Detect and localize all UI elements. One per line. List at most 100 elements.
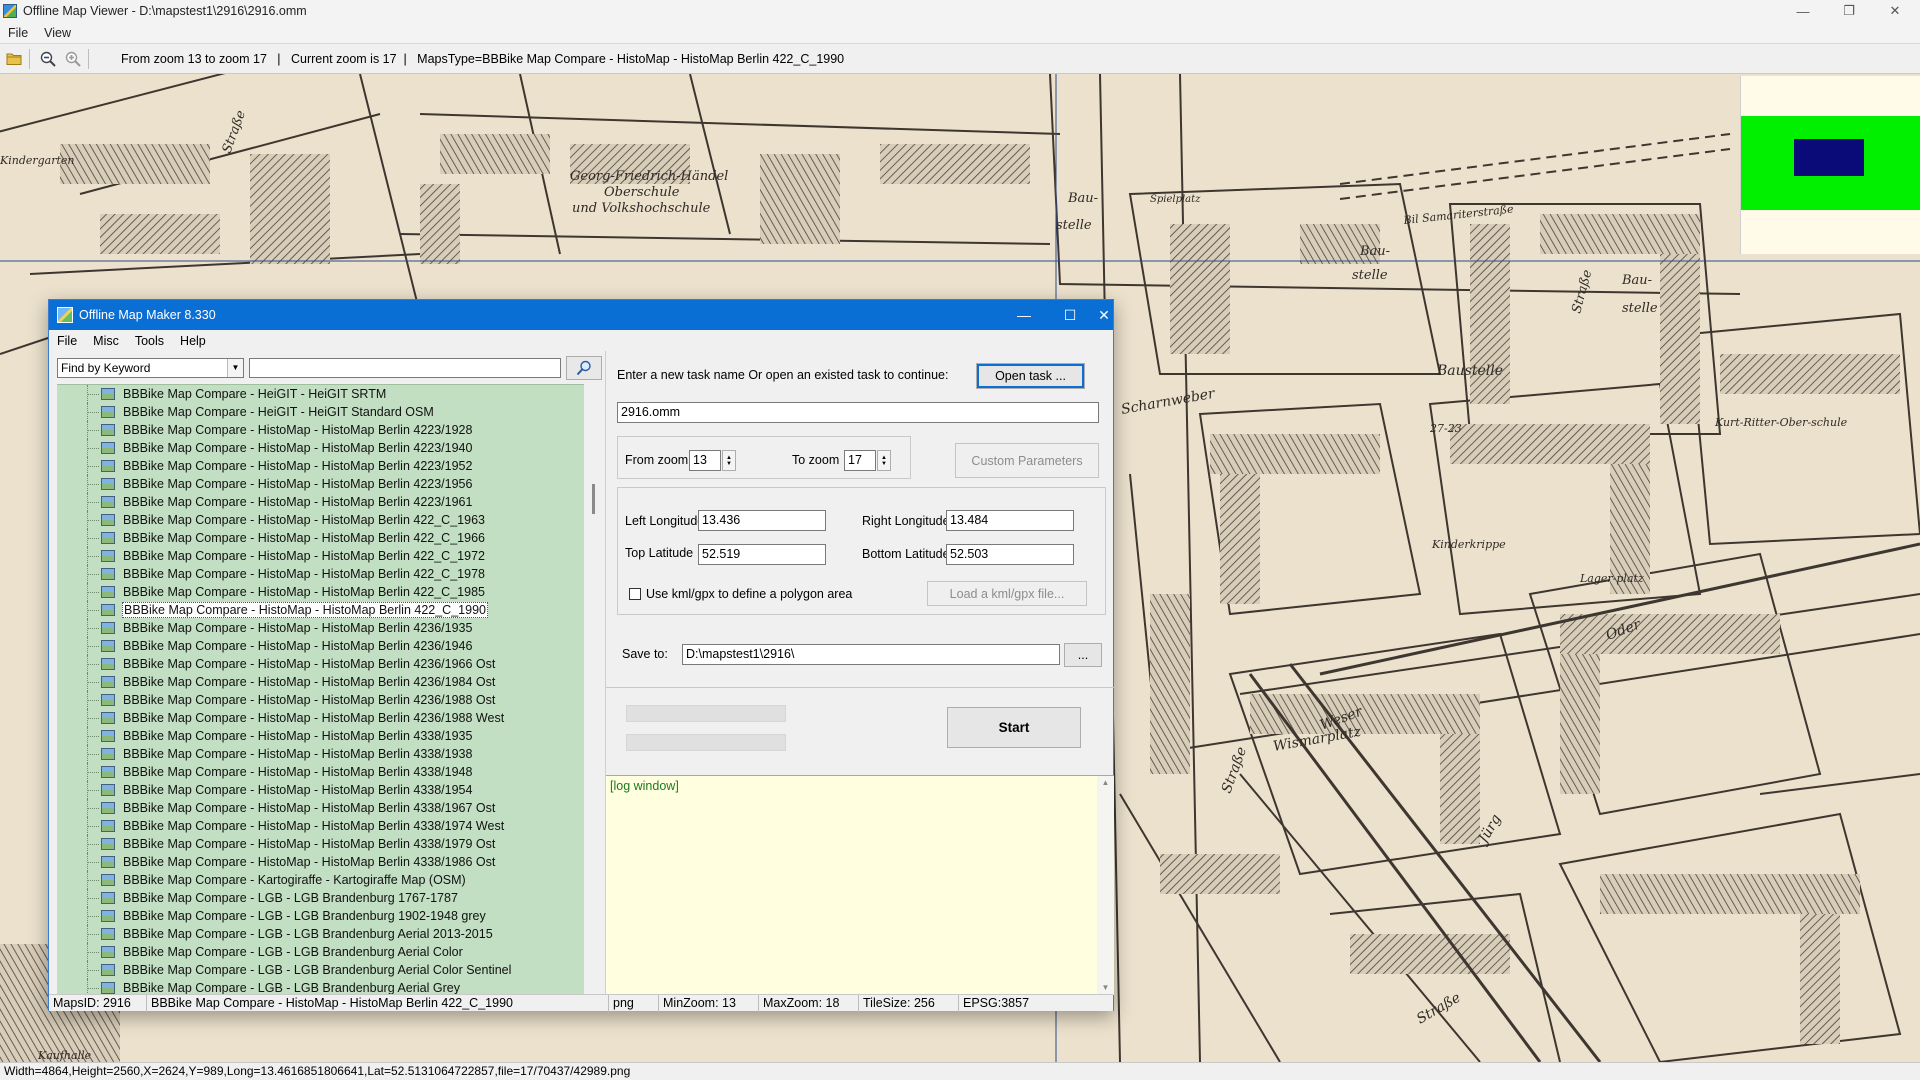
map-source-item[interactable]: BBBike Map Compare - HistoMap - HistoMap… [57, 565, 584, 583]
tree-connector-line [87, 844, 99, 845]
status-max-zoom: MaxZoom: 18 [759, 994, 859, 1012]
map-source-item[interactable]: BBBike Map Compare - HistoMap - HistoMap… [57, 853, 584, 871]
tree-scrollbar[interactable] [586, 384, 603, 994]
load-kml-button[interactable]: Load a kml/gpx file... [927, 581, 1087, 606]
top-latitude-input[interactable]: 52.519 [698, 544, 826, 565]
viewer-close-button[interactable]: ✕ [1872, 0, 1918, 22]
map-source-item[interactable]: BBBike Map Compare - HistoMap - HistoMap… [57, 529, 584, 547]
search-button[interactable] [566, 356, 602, 380]
zoom-in-icon[interactable] [62, 48, 84, 70]
map-source-tree[interactable]: BBBike Map Compare - HeiGIT - HeiGIT SRT… [57, 384, 584, 994]
tree-connector-line [87, 880, 99, 881]
browse-folder-button[interactable]: ... [1064, 643, 1102, 667]
tree-connector-line [87, 970, 99, 971]
map-source-label: BBBike Map Compare - HistoMap - HistoMap… [123, 801, 496, 815]
start-button[interactable]: Start [947, 707, 1081, 748]
map-source-item[interactable]: BBBike Map Compare - HistoMap - HistoMap… [57, 439, 584, 457]
map-source-label: BBBike Map Compare - HistoMap - HistoMap… [123, 747, 473, 761]
map-source-item[interactable]: BBBike Map Compare - HistoMap - HistoMap… [57, 655, 584, 673]
status-maps-id: MapsID: 2916 [49, 994, 147, 1012]
map-source-item[interactable]: BBBike Map Compare - HistoMap - HistoMap… [57, 511, 584, 529]
map-source-item[interactable]: BBBike Map Compare - HeiGIT - HeiGIT Sta… [57, 403, 584, 421]
tree-connector-line [87, 808, 99, 809]
to-zoom-input[interactable]: 17 [844, 450, 876, 471]
map-source-item[interactable]: BBBike Map Compare - HistoMap - HistoMap… [57, 835, 584, 853]
overview-minimap[interactable] [1740, 76, 1920, 254]
map-source-item[interactable]: BBBike Map Compare - HistoMap - HistoMap… [57, 781, 584, 799]
map-source-item[interactable]: BBBike Map Compare - HistoMap - HistoMap… [57, 493, 584, 511]
map-source-item[interactable]: BBBike Map Compare - HistoMap - HistoMap… [57, 457, 584, 475]
maker-close-button[interactable]: ✕ [1093, 300, 1115, 330]
map-layer-icon [101, 964, 115, 976]
menu-file[interactable]: File [0, 26, 36, 40]
map-source-label: BBBike Map Compare - HistoMap - HistoMap… [123, 855, 496, 869]
log-window[interactable]: [log window] ▲ ▼ [606, 775, 1114, 995]
map-source-item[interactable]: BBBike Map Compare - HistoMap - HistoMap… [57, 763, 584, 781]
maker-title: Offline Map Maker 8.330 [79, 308, 216, 322]
from-zoom-input[interactable]: 13 [689, 450, 721, 471]
map-layer-icon [101, 388, 115, 400]
open-folder-icon[interactable] [3, 48, 25, 70]
map-source-item[interactable]: BBBike Map Compare - HeiGIT - HeiGIT SRT… [57, 385, 584, 403]
use-kml-checkbox[interactable] [629, 588, 641, 600]
chevron-down-icon[interactable]: ▼ [227, 359, 243, 377]
scroll-up-icon[interactable]: ▲ [1097, 776, 1114, 790]
maker-maximize-button[interactable]: ☐ [1047, 300, 1093, 330]
maker-menu-misc[interactable]: Misc [85, 334, 127, 348]
map-source-item[interactable]: BBBike Map Compare - HistoMap - HistoMap… [57, 475, 584, 493]
map-label: stelle [1056, 218, 1092, 233]
map-source-label: BBBike Map Compare - HistoMap - HistoMap… [123, 693, 496, 707]
maker-menu-file[interactable]: File [49, 334, 85, 348]
maker-minimize-button[interactable]: — [1001, 300, 1047, 330]
scroll-down-icon[interactable]: ▼ [1097, 981, 1114, 995]
map-source-item[interactable]: BBBike Map Compare - HistoMap - HistoMap… [57, 691, 584, 709]
map-source-item[interactable]: BBBike Map Compare - HistoMap - HistoMap… [57, 601, 584, 619]
map-source-item[interactable]: BBBike Map Compare - HistoMap - HistoMap… [57, 619, 584, 637]
viewer-maximize-button[interactable]: ❐ [1826, 0, 1872, 22]
map-source-item[interactable]: BBBike Map Compare - HistoMap - HistoMap… [57, 799, 584, 817]
to-zoom-spinner[interactable]: ▲ ▼ [877, 450, 891, 471]
tree-connector-line [87, 862, 99, 863]
viewer-minimize-button[interactable]: — [1780, 0, 1826, 22]
keyword-search-input[interactable] [249, 358, 561, 378]
right-longitude-input[interactable]: 13.484 [946, 510, 1074, 531]
save-to-input[interactable]: D:\mapstest1\2916\ [682, 644, 1060, 665]
map-source-item[interactable]: BBBike Map Compare - HistoMap - HistoMap… [57, 421, 584, 439]
tree-scrollbar-thumb[interactable] [592, 484, 595, 514]
maker-menu-help[interactable]: Help [172, 334, 214, 348]
viewer-menubar: File View [0, 22, 1920, 43]
map-source-item[interactable]: BBBike Map Compare - HistoMap - HistoMap… [57, 745, 584, 763]
map-source-item[interactable]: BBBike Map Compare - HistoMap - HistoMap… [57, 583, 584, 601]
map-source-item[interactable]: BBBike Map Compare - HistoMap - HistoMap… [57, 727, 584, 745]
map-source-item[interactable]: BBBike Map Compare - Kartogiraffe - Kart… [57, 871, 584, 889]
left-longitude-input[interactable]: 13.436 [698, 510, 826, 531]
map-source-item[interactable]: BBBike Map Compare - LGB - LGB Brandenbu… [57, 943, 584, 961]
map-source-item[interactable]: BBBike Map Compare - HistoMap - HistoMap… [57, 709, 584, 727]
log-scrollbar[interactable]: ▲ ▼ [1097, 776, 1114, 995]
bottom-latitude-input[interactable]: 52.503 [946, 544, 1074, 565]
map-source-item[interactable]: BBBike Map Compare - HistoMap - HistoMap… [57, 817, 584, 835]
from-zoom-spinner[interactable]: ▲ ▼ [722, 450, 736, 471]
task-name-input[interactable]: 2916.omm [617, 402, 1099, 423]
zoom-out-icon[interactable] [37, 48, 59, 70]
toolbar-separator [88, 48, 89, 69]
maker-menu-tools[interactable]: Tools [127, 334, 172, 348]
map-source-item[interactable]: BBBike Map Compare - LGB - LGB Brandenbu… [57, 907, 584, 925]
map-source-item[interactable]: BBBike Map Compare - LGB - LGB Brandenbu… [57, 925, 584, 943]
map-source-label: BBBike Map Compare - HeiGIT - HeiGIT SRT… [123, 387, 387, 401]
map-source-item[interactable]: BBBike Map Compare - LGB - LGB Brandenbu… [57, 961, 584, 979]
map-source-item[interactable]: BBBike Map Compare - LGB - LGB Brandenbu… [57, 979, 584, 994]
map-source-item[interactable]: BBBike Map Compare - HistoMap - HistoMap… [57, 637, 584, 655]
open-task-button[interactable]: Open task ... [976, 363, 1085, 389]
custom-parameters-button[interactable]: Custom Parameters [955, 443, 1099, 478]
map-source-label: BBBike Map Compare - HeiGIT - HeiGIT Sta… [123, 405, 434, 419]
find-mode-select[interactable]: Find by Keyword ▼ [57, 358, 244, 378]
menu-view[interactable]: View [36, 26, 79, 40]
viewer-titlebar: Offline Map Viewer - D:\mapstest1\2916\2… [0, 0, 1920, 22]
map-source-item[interactable]: BBBike Map Compare - LGB - LGB Brandenbu… [57, 889, 584, 907]
map-layer-icon [101, 712, 115, 724]
maker-statusbar: MapsID: 2916 BBBike Map Compare - HistoM… [49, 994, 1113, 1012]
minimap-viewport-rect[interactable] [1794, 139, 1864, 176]
map-source-item[interactable]: BBBike Map Compare - HistoMap - HistoMap… [57, 547, 584, 565]
map-source-item[interactable]: BBBike Map Compare - HistoMap - HistoMap… [57, 673, 584, 691]
